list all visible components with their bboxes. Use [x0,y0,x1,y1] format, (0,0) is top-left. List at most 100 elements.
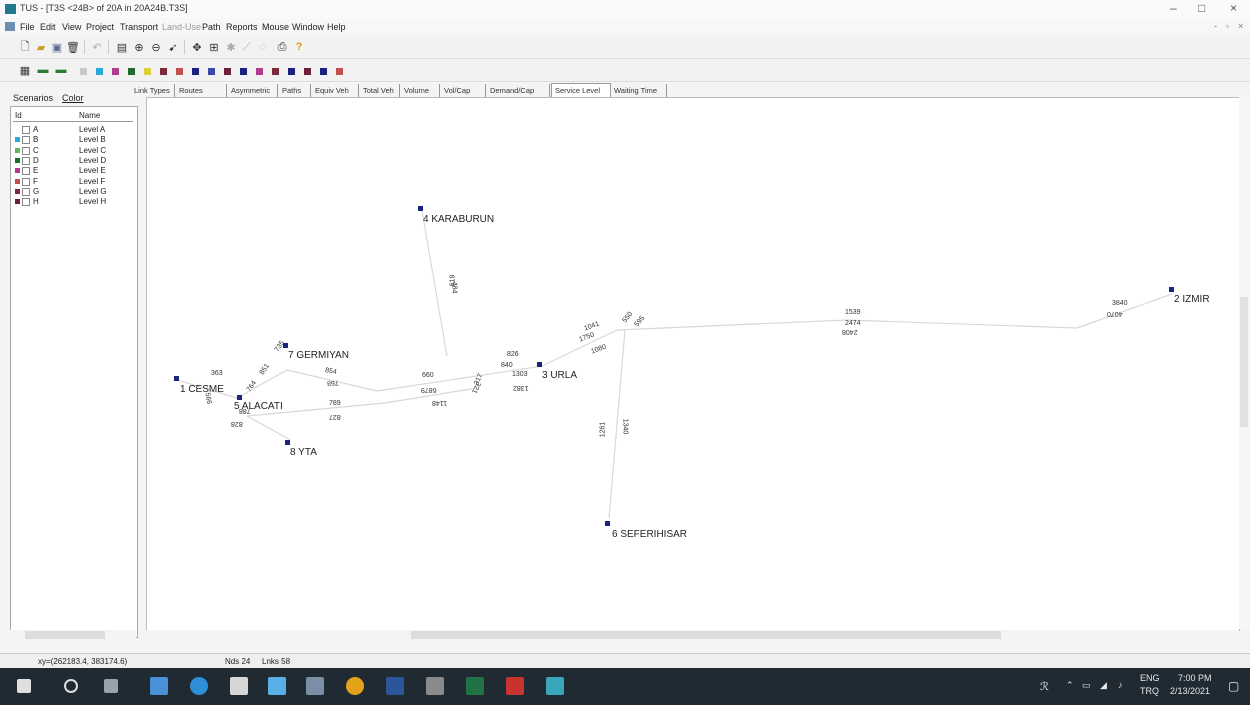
delete-icon[interactable]: 🗑 [66,40,80,54]
language-top[interactable]: ENG [1140,673,1160,683]
word-icon[interactable] [386,677,404,695]
mdi-close-button[interactable]: × [1238,21,1243,31]
swatch-q[interactable] [336,68,343,75]
pan-icon[interactable]: ✥ [190,40,204,54]
level-checkbox[interactable] [22,177,30,186]
mdi-restore-button[interactable]: ▫ [1226,21,1229,31]
level-row[interactable]: E Level E [13,166,133,176]
view-tab[interactable]: Demand/Cap [487,84,550,97]
swatch-f[interactable] [160,68,167,75]
menu-mouse[interactable]: Mouse [262,22,289,32]
new-icon[interactable]: 🗋 [18,40,32,54]
left-horizontal-scrollbar[interactable] [10,630,136,640]
level-checkbox[interactable] [22,187,30,196]
network-icon[interactable]: ◢ [1100,680,1107,691]
menu-transport[interactable]: Transport [120,22,158,32]
network-map[interactable]: 4 KARABURUN 7 GERMIYAN 3 URLA 2 IZMIR 1 CESM… [146,97,1240,631]
notification-icon[interactable]: ▢ [1228,679,1239,693]
swatch-p[interactable] [320,68,327,75]
paint-icon[interactable] [426,677,444,695]
view-tab[interactable]: Link Types [131,84,175,97]
level-row[interactable]: H Level H [13,197,133,207]
tab-scenarios[interactable]: Scenarios [13,93,53,103]
swatch-l[interactable] [256,68,263,75]
level-row[interactable]: D Level D [13,156,133,166]
task-view-icon[interactable] [104,679,118,693]
menu-reports[interactable]: Reports [226,22,258,32]
view-tab[interactable]: Routes [176,84,227,97]
view-tab[interactable]: Total Veh [360,84,400,97]
layer-icon-2[interactable]: ▬ [54,63,68,77]
menu-window[interactable]: Window [292,22,324,32]
menu-project[interactable]: Project [86,22,114,32]
level-row[interactable]: F Level F [13,177,133,187]
level-checkbox[interactable] [22,126,30,134]
swatch-n[interactable] [288,68,295,75]
menu-land-use[interactable]: Land-Use [162,22,201,32]
store-icon[interactable] [230,677,248,695]
swatch-k[interactable] [240,68,247,75]
page-icon[interactable]: ▤ [115,40,129,54]
node-icon[interactable]: ✱ [224,40,238,54]
clock-date[interactable]: 2/13/2021 [1170,686,1210,696]
photos-icon[interactable] [306,677,324,695]
volume-icon[interactable]: ♪ [1118,680,1123,690]
link-icon[interactable]: ⟋ [240,40,254,54]
node-marker[interactable] [1169,287,1174,292]
save-icon[interactable]: ▣ [50,40,64,54]
tab-color[interactable]: Color [62,93,84,103]
start-icon[interactable] [17,679,31,693]
view-tab[interactable]: Service Level [551,83,611,97]
node-marker[interactable] [174,376,179,381]
menu-edit[interactable]: Edit [40,22,56,32]
search-icon[interactable] [64,679,78,693]
node-marker[interactable] [285,440,290,445]
undo-icon[interactable]: ↶ [90,40,104,54]
level-checkbox[interactable] [22,198,30,207]
menu-file[interactable]: File [20,22,35,32]
swatch-o[interactable] [304,68,311,75]
excel-icon[interactable] [466,677,484,695]
view-tab[interactable]: Asymmetric [228,84,278,97]
swatch-m[interactable] [272,68,279,75]
vertical-scrollbar[interactable] [1239,97,1249,629]
level-row[interactable]: C Level C [13,146,133,156]
help-icon[interactable]: ? [292,40,306,54]
level-checkbox[interactable] [22,167,30,176]
level-row[interactable]: G Level G [13,187,133,197]
select-icon[interactable]: ➹ [166,40,180,54]
swatch-g[interactable] [176,68,183,75]
view-tab[interactable]: Waiting Time [611,84,667,97]
file-explorer-icon[interactable] [150,677,168,695]
mail-icon[interactable] [268,677,286,695]
view-tab[interactable]: Vol/Cap [441,84,486,97]
grid-icon[interactable]: ▦ [18,63,32,77]
pointer-icon[interactable]: ◌ [256,40,270,54]
swatch-e[interactable] [144,68,151,75]
acrobat-icon[interactable] [506,677,524,695]
swatch-a[interactable] [80,68,87,75]
swatch-h[interactable] [192,68,199,75]
node-marker[interactable] [418,206,423,211]
view-tab[interactable]: Volume [401,84,440,97]
chrome-icon[interactable] [346,677,364,695]
node-marker[interactable] [237,395,242,400]
clock-time[interactable]: 7:00 PM [1178,673,1212,683]
language-bottom[interactable]: TRQ [1140,686,1159,696]
open-icon[interactable]: ▰ [34,40,48,54]
minimize-button[interactable]: – [1170,1,1177,15]
level-checkbox[interactable] [22,136,30,145]
view-tab[interactable]: Equiv Veh [312,84,359,97]
level-checkbox[interactable] [22,156,30,165]
document-icon[interactable] [5,22,15,31]
add-node-icon[interactable]: ⊞ [207,40,221,54]
print-icon[interactable]: ⎙ [275,40,289,54]
node-marker[interactable] [605,521,610,526]
close-button[interactable]: × [1230,1,1237,15]
tus-app-icon[interactable] [546,677,564,695]
view-tab[interactable]: Paths [279,84,311,97]
swatch-c[interactable] [112,68,119,75]
swatch-d[interactable] [128,68,135,75]
menu-view[interactable]: View [62,22,81,32]
layer-icon[interactable]: ▬ [36,63,50,77]
